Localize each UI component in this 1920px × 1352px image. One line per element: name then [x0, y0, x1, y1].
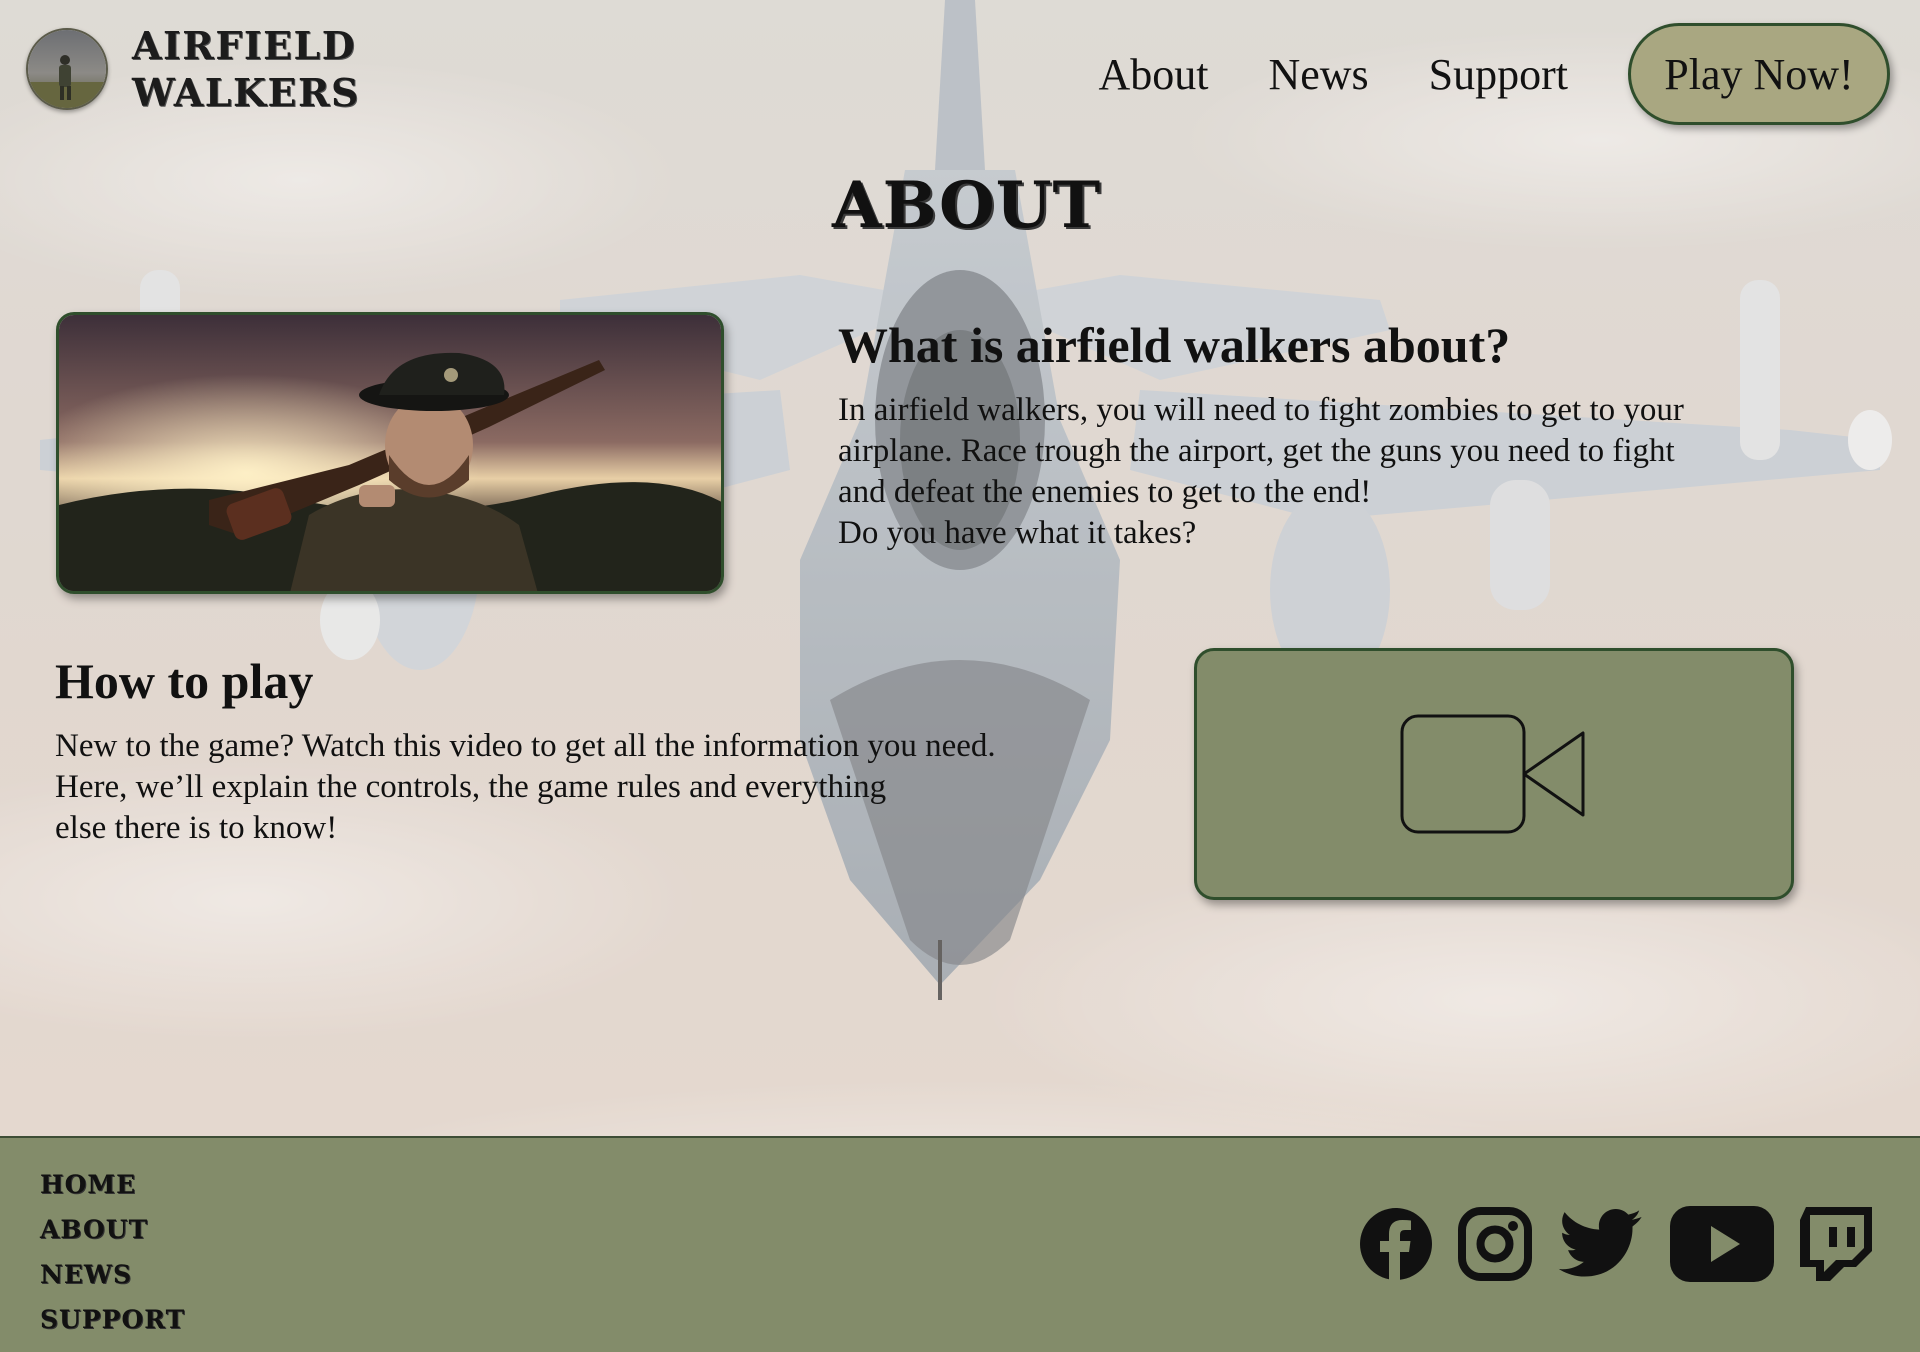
nav-support[interactable]: Support: [1429, 49, 1568, 100]
about-text-line: Do you have what it takes?: [838, 515, 1197, 551]
video-player[interactable]: [1194, 648, 1794, 900]
twitch-icon[interactable]: [1800, 1207, 1872, 1281]
social-links: [1334, 1206, 1872, 1282]
footer-link-support[interactable]: SUPPORT: [40, 1297, 185, 1342]
how-to-play-heading: How to play: [55, 653, 314, 709]
about-text: In airfield walkers, you will need to fi…: [838, 390, 1788, 554]
youtube-icon[interactable]: [1670, 1206, 1774, 1282]
footer-link-home[interactable]: HOME: [40, 1162, 185, 1207]
about-text-line: and defeat the enemies to get to the end…: [838, 474, 1372, 510]
brand-name-line2: WALKERS: [132, 70, 360, 115]
about-text-line: In airfield walkers, you will need to fi…: [838, 392, 1684, 428]
brand-name-line1: AIRFIELD: [132, 23, 357, 68]
soldier-portrait-icon[interactable]: [26, 28, 108, 110]
twitter-icon[interactable]: [1558, 1209, 1644, 1279]
instagram-icon[interactable]: [1458, 1207, 1532, 1281]
facebook-icon[interactable]: [1360, 1208, 1432, 1280]
about-text-line: airplane. Race trough the airport, get t…: [838, 433, 1675, 469]
main-nav: About News Support Play Now!: [1098, 22, 1890, 126]
brand-name: AIRFIELD WALKERS: [132, 22, 360, 116]
how-to-play-text: New to the game? Watch this video to get…: [55, 726, 1175, 849]
footer: HOME ABOUT NEWS SUPPORT: [0, 1136, 1920, 1352]
brand[interactable]: AIRFIELD WALKERS: [26, 22, 360, 116]
soldier-photo: [56, 312, 724, 594]
nav-about[interactable]: About: [1098, 49, 1208, 100]
how-to-play-text-line: else there is to know!: [55, 810, 338, 846]
play-now-button[interactable]: Play Now!: [1628, 23, 1890, 125]
page-title: ABOUT: [832, 168, 1102, 243]
footer-link-news[interactable]: NEWS: [40, 1252, 185, 1297]
video-camera-icon: [1400, 714, 1585, 834]
footer-link-about[interactable]: ABOUT: [40, 1207, 185, 1252]
about-heading: What is airfield walkers about?: [838, 317, 1511, 373]
nav-news[interactable]: News: [1268, 49, 1368, 100]
how-to-play-text-line: New to the game? Watch this video to get…: [55, 728, 996, 764]
footer-nav: HOME ABOUT NEWS SUPPORT: [40, 1162, 185, 1342]
how-to-play-text-line: Here, we’ll explain the controls, the ga…: [55, 769, 887, 805]
